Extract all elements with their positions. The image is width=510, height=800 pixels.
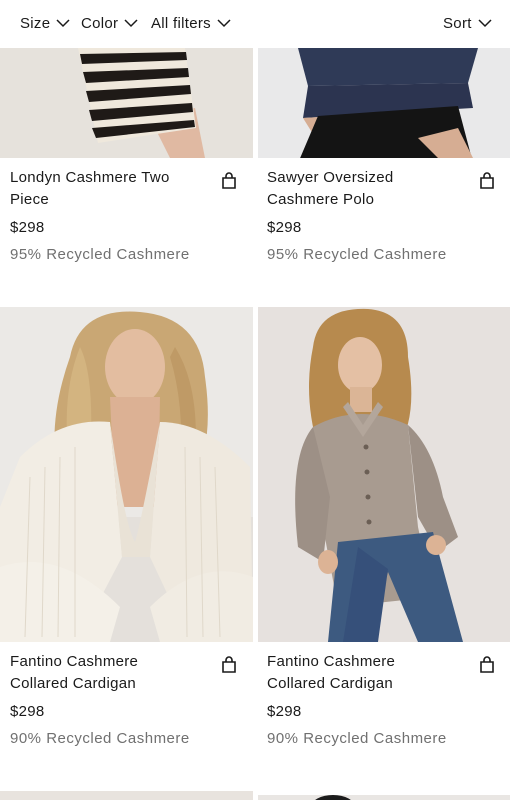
product-image-next[interactable]: [258, 791, 510, 800]
product-image-fantino-taupe[interactable]: [258, 307, 510, 642]
product-price: $298: [267, 219, 302, 236]
product-name-line1: Fantino Cashmere: [267, 653, 396, 670]
sort-button[interactable]: Sort: [443, 13, 492, 33]
add-to-bag-icon[interactable]: [478, 656, 496, 674]
product-name-line2: Collared Cardigan: [267, 675, 394, 692]
chevron-down-icon: [124, 18, 138, 28]
filter-bar: Size Color All filters Sort: [0, 0, 510, 48]
all-filters-label: All filters: [151, 14, 211, 32]
product-material: 90% Recycled Cashmere: [10, 730, 190, 747]
product-name[interactable]: Sawyer Oversized Cashmere Polo: [267, 167, 457, 211]
chevron-down-icon: [56, 18, 70, 28]
size-filter-button[interactable]: Size: [20, 13, 70, 33]
product-name-line2: Piece: [10, 191, 50, 208]
product-image-londyn[interactable]: [0, 48, 253, 158]
product-price: $298: [10, 703, 45, 720]
product-name[interactable]: Londyn Cashmere Two Piece: [10, 167, 200, 211]
product-material: 90% Recycled Cashmere: [267, 730, 447, 747]
size-filter-label: Size: [20, 14, 51, 32]
all-filters-button[interactable]: All filters: [151, 13, 231, 33]
product-price: $298: [267, 703, 302, 720]
product-name-line1: Londyn Cashmere Two: [10, 169, 170, 186]
product-name-line1: Sawyer Oversized: [267, 169, 394, 186]
add-to-bag-icon[interactable]: [220, 172, 238, 190]
add-to-bag-icon[interactable]: [220, 656, 238, 674]
product-name[interactable]: Fantino Cashmere Collared Cardigan: [267, 651, 457, 695]
color-filter-button[interactable]: Color: [81, 13, 138, 33]
product-name[interactable]: Fantino Cashmere Collared Cardigan: [10, 651, 200, 695]
product-name-line2: Collared Cardigan: [10, 675, 137, 692]
add-to-bag-icon[interactable]: [478, 172, 496, 190]
chevron-down-icon: [217, 18, 231, 28]
product-name-line2: Cashmere Polo: [267, 191, 375, 208]
product-image-sawyer[interactable]: [258, 48, 510, 158]
product-image-next[interactable]: [0, 791, 253, 800]
product-name-line1: Fantino Cashmere: [10, 653, 139, 670]
product-material: 95% Recycled Cashmere: [10, 246, 190, 263]
product-material: 95% Recycled Cashmere: [267, 246, 447, 263]
color-filter-label: Color: [81, 14, 119, 32]
product-image-fantino-cream[interactable]: [0, 307, 253, 642]
sort-label: Sort: [443, 14, 472, 32]
product-price: $298: [10, 219, 45, 236]
chevron-down-icon: [478, 18, 492, 28]
